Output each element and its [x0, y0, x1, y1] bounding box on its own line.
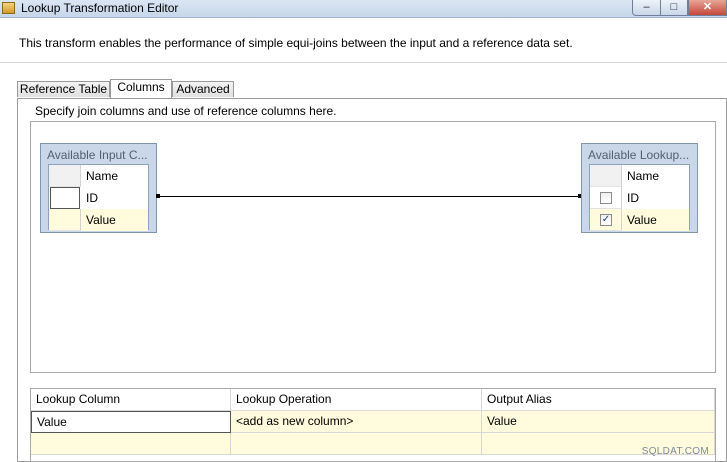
input-name-header: Name	[86, 169, 119, 183]
available-input-columns-table[interactable]: Available Input C... Name ID Value	[40, 143, 157, 233]
input-header-selector	[49, 165, 81, 187]
input-grid-header: Name	[49, 165, 148, 187]
watermark: SQLDAT.COM	[641, 446, 709, 457]
input-row-selector[interactable]	[49, 209, 81, 231]
header-divider	[0, 62, 727, 63]
app-icon	[2, 2, 15, 14]
lookup-row-selector	[590, 187, 622, 209]
lookup-mapping-grid[interactable]: Lookup Column Lookup Operation Output Al…	[30, 388, 716, 462]
lookup-operation-cell[interactable]: <add as new column>	[231, 411, 482, 433]
lookup-row-selector: ✓	[590, 209, 622, 231]
lookup-column-header[interactable]: Lookup Column	[31, 389, 231, 411]
tab-advanced[interactable]: Advanced	[172, 81, 234, 97]
lookup-column-name: Value	[627, 213, 657, 227]
window-title: Lookup Transformation Editor	[21, 1, 179, 15]
output-alias-cell[interactable]: Value	[482, 411, 715, 433]
lookup-column-row-value[interactable]: ✓ Value	[590, 209, 689, 231]
new-lookup-column-cell[interactable]	[31, 433, 231, 455]
columns-tab-panel: Specify join columns and use of referenc…	[17, 98, 727, 462]
lookup-columns-grid: Name ID ✓ Value	[589, 164, 690, 231]
lookup-operation-header[interactable]: Lookup Operation	[231, 389, 482, 411]
title-bar: Lookup Transformation Editor – □ ✕	[0, 0, 727, 18]
input-row-selector[interactable]	[50, 187, 80, 209]
close-button[interactable]: ✕	[688, 0, 727, 16]
available-lookup-columns-table[interactable]: Available Lookup... Name ID ✓ Value	[581, 143, 698, 233]
output-alias-header[interactable]: Output Alias	[482, 389, 715, 411]
input-column-row-value[interactable]: Value	[49, 209, 148, 231]
input-columns-grid: Name ID Value	[48, 164, 149, 231]
mapping-grid-header: Lookup Column Lookup Operation Output Al…	[31, 389, 715, 411]
input-table-caption: Available Input C...	[47, 148, 148, 162]
columns-hint: Specify join columns and use of referenc…	[35, 104, 337, 118]
minimize-button[interactable]: –	[632, 0, 661, 16]
mapping-row[interactable]: Value <add as new column> Value	[31, 411, 715, 433]
mapping-new-row[interactable]	[31, 433, 715, 455]
lookup-id-checkbox[interactable]	[600, 192, 612, 204]
input-column-row-id[interactable]: ID	[49, 187, 148, 209]
lookup-column-row-id[interactable]: ID	[590, 187, 689, 209]
new-lookup-operation-cell[interactable]	[231, 433, 482, 455]
lookup-table-caption: Available Lookup...	[588, 148, 690, 162]
join-connector-line[interactable]	[156, 194, 582, 198]
lookup-column-cell[interactable]: Value	[31, 411, 231, 433]
lookup-column-name: ID	[627, 191, 639, 205]
lookup-value-checkbox[interactable]: ✓	[600, 214, 612, 226]
lookup-header-selector	[590, 165, 622, 187]
input-column-name: ID	[86, 191, 98, 205]
maximize-button[interactable]: □	[660, 0, 688, 16]
column-mapping-designer[interactable]: Available Input C... Name ID Value Avail…	[30, 121, 716, 373]
tab-columns[interactable]: Columns	[110, 79, 172, 98]
input-column-name: Value	[86, 213, 116, 227]
transform-description: This transform enables the performance o…	[19, 36, 573, 50]
tab-reference-table[interactable]: Reference Table	[17, 81, 110, 97]
lookup-name-header: Name	[627, 169, 660, 183]
lookup-grid-header: Name	[590, 165, 689, 187]
